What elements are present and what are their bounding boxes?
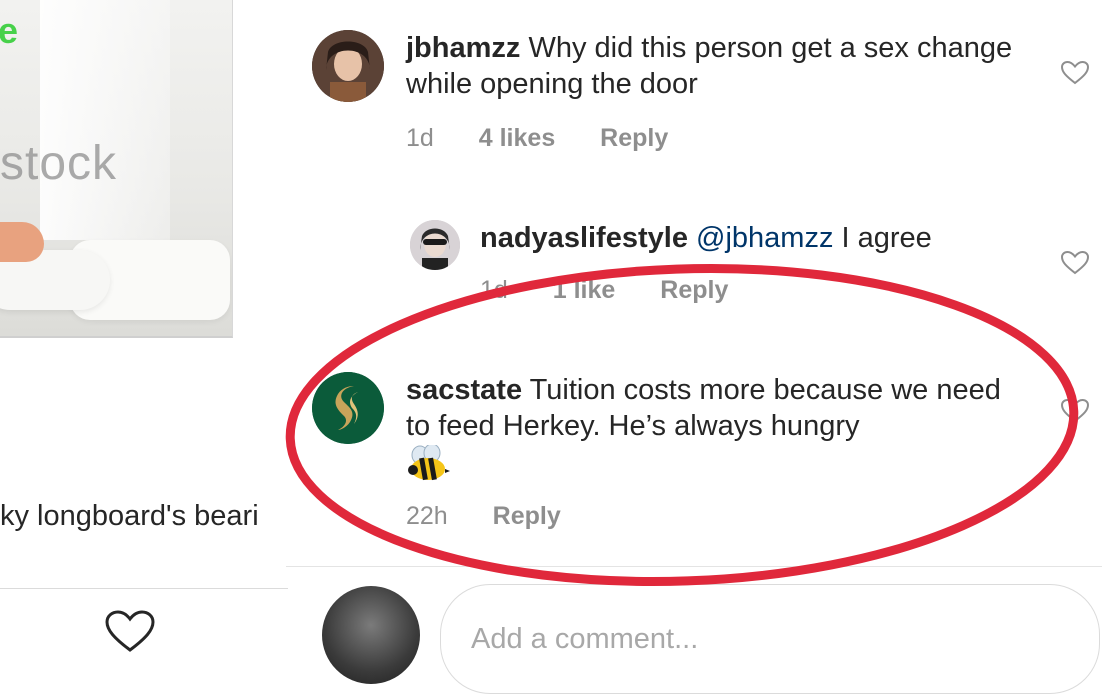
mention-link[interactable]: @jbhamzz xyxy=(696,222,833,254)
likes-count[interactable]: 1 like xyxy=(553,276,616,304)
comment-body: I agree xyxy=(841,222,932,254)
current-user-avatar xyxy=(322,586,420,684)
post-photo[interactable]: stock xyxy=(0,0,233,338)
reply-button[interactable]: Reply xyxy=(493,502,561,530)
heart-icon[interactable] xyxy=(1060,60,1090,86)
heart-icon[interactable] xyxy=(104,610,156,654)
comment-time: 1d xyxy=(406,124,434,152)
avatar[interactable] xyxy=(312,30,384,102)
comment-username[interactable]: nadyaslifestyle xyxy=(480,222,688,254)
photo-window-light xyxy=(40,0,170,240)
divider xyxy=(286,566,1102,567)
likes-count[interactable]: 4 likes xyxy=(479,124,555,152)
comment-username[interactable]: jbhamzz xyxy=(406,32,520,64)
avatar[interactable] xyxy=(410,220,460,270)
reply-button[interactable]: Reply xyxy=(660,276,728,304)
heart-icon[interactable] xyxy=(1060,398,1090,424)
comment-text: nadyaslifestyle @jbhamzz I agree xyxy=(480,220,1040,256)
comment-meta: 1d 4 likes Reply xyxy=(406,124,668,153)
stock-watermark: stock xyxy=(0,137,118,190)
comment-meta: 22h Reply xyxy=(406,502,561,531)
sacstate-logo-avatar[interactable] xyxy=(312,372,384,444)
post-caption: ky longboard's beari xyxy=(0,500,259,532)
bee-emoji-icon xyxy=(408,445,450,481)
reply-button[interactable]: Reply xyxy=(600,124,668,152)
comment-text: sacstate Tuition costs more because we n… xyxy=(406,372,1026,444)
comment-time: 1d xyxy=(480,276,508,304)
heart-icon[interactable] xyxy=(1060,250,1090,276)
left-post-panel: stock e ky longboard's beari xyxy=(0,0,290,652)
comment-username[interactable]: sacstate xyxy=(406,374,522,406)
divider xyxy=(0,588,288,589)
photo-hand xyxy=(0,222,44,262)
comment-time: 22h xyxy=(406,502,448,530)
brand-mark: e xyxy=(0,10,19,51)
comment-text: jbhamzz Why did this person get a sex ch… xyxy=(406,30,1026,102)
add-comment-input[interactable] xyxy=(440,584,1100,694)
comment-meta: 1d 1 like Reply xyxy=(480,276,728,305)
